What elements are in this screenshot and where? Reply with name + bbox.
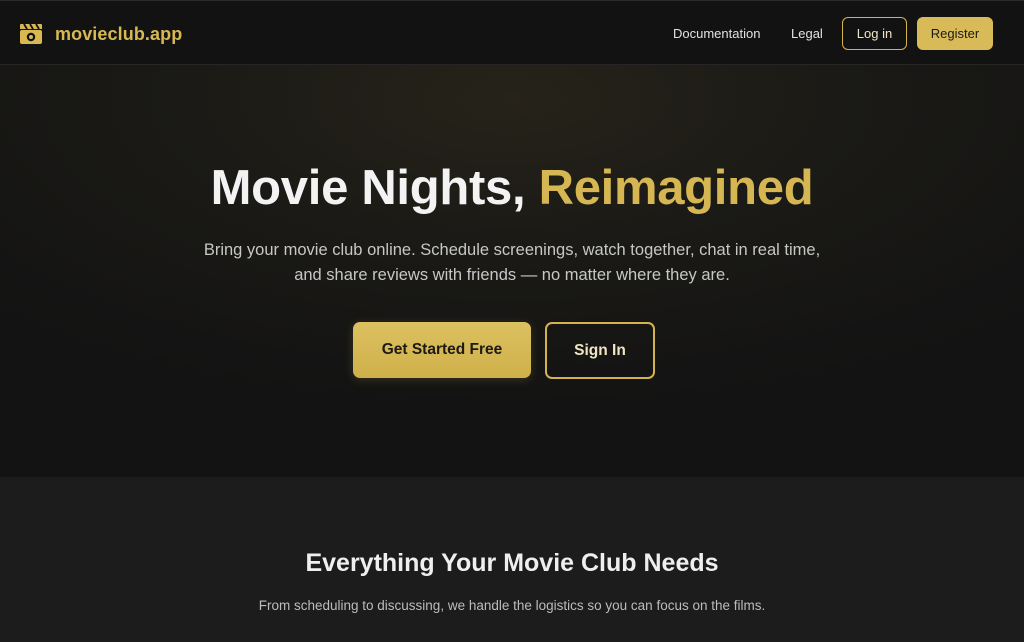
hero-section: Movie Nights, Reimagined Bring your movi… bbox=[0, 65, 1024, 477]
nav-link-legal[interactable]: Legal bbox=[791, 26, 823, 42]
hero-title-accent: Reimagined bbox=[538, 161, 814, 215]
brand-name: movieclub.app bbox=[55, 23, 183, 44]
sign-in-button[interactable]: Sign In bbox=[545, 322, 655, 379]
get-started-button[interactable]: Get Started Free bbox=[353, 322, 531, 378]
hero-title-main: Movie Nights, bbox=[210, 161, 526, 215]
brand-logo-link[interactable]: movieclub.app bbox=[19, 21, 182, 47]
features-subtitle: From scheduling to discussing, we handle… bbox=[258, 598, 766, 613]
hero-title: Movie Nights, Reimagined bbox=[0, 160, 1024, 216]
film-clapper-icon bbox=[20, 23, 42, 44]
login-button[interactable]: Log in bbox=[842, 17, 907, 50]
top-navbar: movieclub.app Documentation Legal Log in… bbox=[0, 0, 1024, 65]
nav-link-documentation[interactable]: Documentation bbox=[673, 26, 760, 42]
register-button[interactable]: Register bbox=[917, 17, 993, 50]
features-title: Everything Your Movie Club Needs bbox=[305, 549, 719, 577]
features-section: Everything Your Movie Club Needs From sc… bbox=[0, 477, 1024, 642]
hero-subtitle: Bring your movie club online. Schedule s… bbox=[203, 241, 821, 284]
